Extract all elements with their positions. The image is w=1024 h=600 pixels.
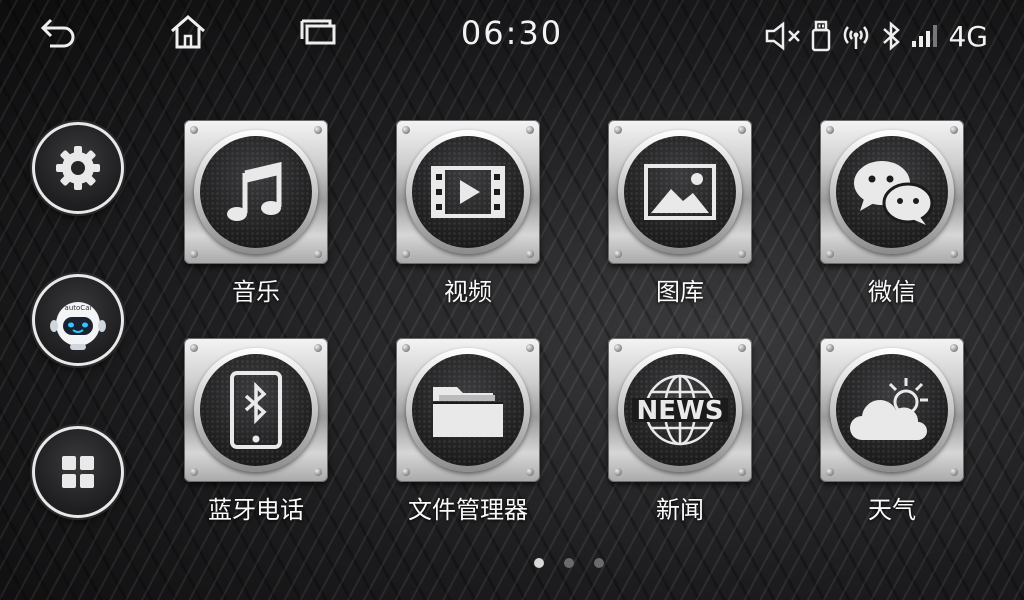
back-icon — [40, 18, 75, 48]
status-indicators: 4G — [764, 16, 988, 56]
page-dot-1[interactable] — [534, 558, 544, 568]
gear-icon — [56, 146, 100, 190]
app-label-weather: 天气 — [868, 496, 916, 524]
all-apps-button[interactable] — [32, 426, 124, 518]
app-tile — [184, 120, 328, 264]
video-play-icon — [431, 166, 505, 218]
bluetooth-icon — [883, 21, 901, 51]
gallery-icon — [644, 164, 716, 220]
network-type-label: 4G — [948, 19, 988, 53]
recent-apps-icon — [300, 19, 336, 45]
app-label-gallery: 图库 — [656, 278, 704, 306]
clock: 06:30 — [460, 14, 564, 52]
app-label-music: 音乐 — [232, 278, 280, 306]
settings-button[interactable] — [32, 122, 124, 214]
news-globe-icon: NEWS — [632, 374, 728, 446]
usb-icon — [812, 20, 831, 52]
app-tile — [396, 338, 540, 482]
status-bar: 06:30 4G — [0, 0, 1024, 70]
voice-assistant-button[interactable]: autoCai — [32, 274, 124, 366]
app-label-video: 视频 — [444, 278, 492, 306]
weather-icon — [850, 378, 928, 440]
robot-icon: autoCai — [50, 302, 106, 350]
app-tile: NEWS — [608, 338, 752, 482]
bluetooth-phone-icon — [230, 371, 282, 449]
page-indicator — [534, 558, 604, 568]
news-icon-text: NEWS — [637, 396, 724, 426]
app-label-news: 新闻 — [656, 496, 704, 524]
home-icon — [171, 15, 205, 49]
app-tile — [608, 120, 752, 264]
app-grid-icon — [62, 456, 94, 488]
recent-apps-button[interactable] — [298, 12, 338, 52]
app-tile — [820, 338, 964, 482]
page-dot-2[interactable] — [564, 558, 574, 568]
app-label-bluetooth-phone: 蓝牙电话 — [208, 496, 304, 524]
app-tile — [396, 120, 540, 264]
app-tile — [820, 120, 964, 264]
app-label-file-manager: 文件管理器 — [408, 496, 528, 524]
folder-icon — [433, 387, 503, 437]
wechat-icon — [854, 161, 934, 225]
app-tile — [184, 338, 328, 482]
music-note-icon — [227, 161, 282, 221]
back-button[interactable] — [38, 12, 78, 52]
robot-brand-text: autoCai — [65, 304, 92, 312]
app-label-wechat: 微信 — [868, 278, 916, 306]
page-dot-3[interactable] — [594, 558, 604, 568]
home-button[interactable] — [168, 12, 208, 52]
signal-bars-icon — [912, 25, 938, 47]
wifi-hotspot-icon — [844, 26, 869, 49]
volume-muted-icon — [766, 21, 801, 51]
